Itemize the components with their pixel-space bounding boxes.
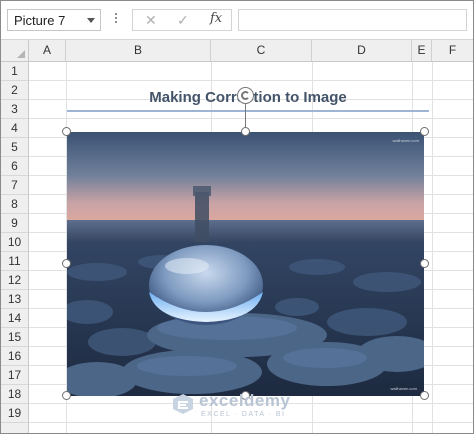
select-all-icon [17, 50, 25, 58]
row-header-19[interactable]: 19 [1, 404, 28, 423]
row-headers: 1 2 3 4 5 6 7 8 9 10 11 12 13 14 15 16 1… [1, 62, 29, 433]
crystal-ball-photo-icon: wallhaven.com wallhaven.com [67, 132, 424, 396]
resize-handle-right[interactable] [420, 259, 429, 268]
picture-credit-top: wallhaven.com [393, 138, 420, 143]
gridline [29, 80, 473, 81]
insert-function-icon[interactable]: fx [210, 11, 222, 26]
row-header-13[interactable]: 13 [1, 290, 28, 309]
row-header-9[interactable]: 9 [1, 214, 28, 233]
row-header-15[interactable]: 15 [1, 328, 28, 347]
title-underline [67, 110, 429, 112]
row-header-18[interactable]: 18 [1, 385, 28, 404]
column-header-d[interactable]: D [312, 40, 412, 61]
row-header-3[interactable]: 3 [1, 100, 28, 119]
row-header-4[interactable]: 4 [1, 119, 28, 138]
resize-handle-top[interactable] [241, 127, 250, 136]
enter-icon[interactable]: ✓ [177, 12, 189, 29]
column-headers: A B C D E F [1, 40, 473, 62]
excel-window: Picture 7 ✕ ✓ fx A B C D E F 1 2 3 4 5 6… [0, 0, 474, 434]
cancel-icon[interactable]: ✕ [145, 12, 157, 29]
name-box-value: Picture 7 [14, 13, 66, 28]
row-header-2[interactable]: 2 [1, 81, 28, 100]
chevron-down-icon[interactable] [87, 18, 95, 23]
rotate-handle-icon[interactable] [237, 87, 254, 104]
resize-handle-left[interactable] [62, 259, 71, 268]
row-header-8[interactable]: 8 [1, 195, 28, 214]
resize-handle-bottom-left[interactable] [62, 391, 71, 400]
row-header-7[interactable]: 7 [1, 176, 28, 195]
column-header-a[interactable]: A [29, 40, 66, 61]
watermark: exceldemy EXCEL · DATA · BI [171, 391, 331, 421]
gridline [29, 422, 473, 423]
formula-input[interactable] [238, 9, 467, 31]
row-header-17[interactable]: 17 [1, 366, 28, 385]
row-header-16[interactable]: 16 [1, 347, 28, 366]
gridline [29, 118, 473, 119]
watermark-name: exceldemy [199, 391, 291, 410]
row-header-10[interactable]: 10 [1, 233, 28, 252]
column-header-c[interactable]: C [211, 40, 312, 61]
formula-bar: Picture 7 ✕ ✓ fx [1, 1, 473, 40]
exceldemy-logo-icon [173, 394, 193, 414]
formula-buttons: ✕ ✓ fx [132, 9, 232, 31]
resize-handle-top-right[interactable] [420, 127, 429, 136]
picture-credit-bottom: wallhaven.com [391, 386, 418, 391]
watermark-tagline: EXCEL · DATA · BI [201, 411, 286, 418]
selected-picture[interactable]: wallhaven.com wallhaven.com [67, 132, 424, 396]
resize-handle-top-left[interactable] [62, 127, 71, 136]
name-box[interactable]: Picture 7 [7, 9, 101, 31]
column-header-e[interactable]: E [412, 40, 432, 61]
column-header-f[interactable]: F [432, 40, 473, 61]
row-header-1[interactable]: 1 [1, 62, 28, 81]
row-header-11[interactable]: 11 [1, 252, 28, 271]
column-header-b[interactable]: B [66, 40, 211, 61]
row-header-12[interactable]: 12 [1, 271, 28, 290]
select-all-button[interactable] [1, 40, 29, 61]
row-header-6[interactable]: 6 [1, 157, 28, 176]
row-header-14[interactable]: 14 [1, 309, 28, 328]
resize-handle-bottom-right[interactable] [420, 391, 429, 400]
drag-handle-icon[interactable] [114, 11, 118, 27]
row-header-5[interactable]: 5 [1, 138, 28, 157]
